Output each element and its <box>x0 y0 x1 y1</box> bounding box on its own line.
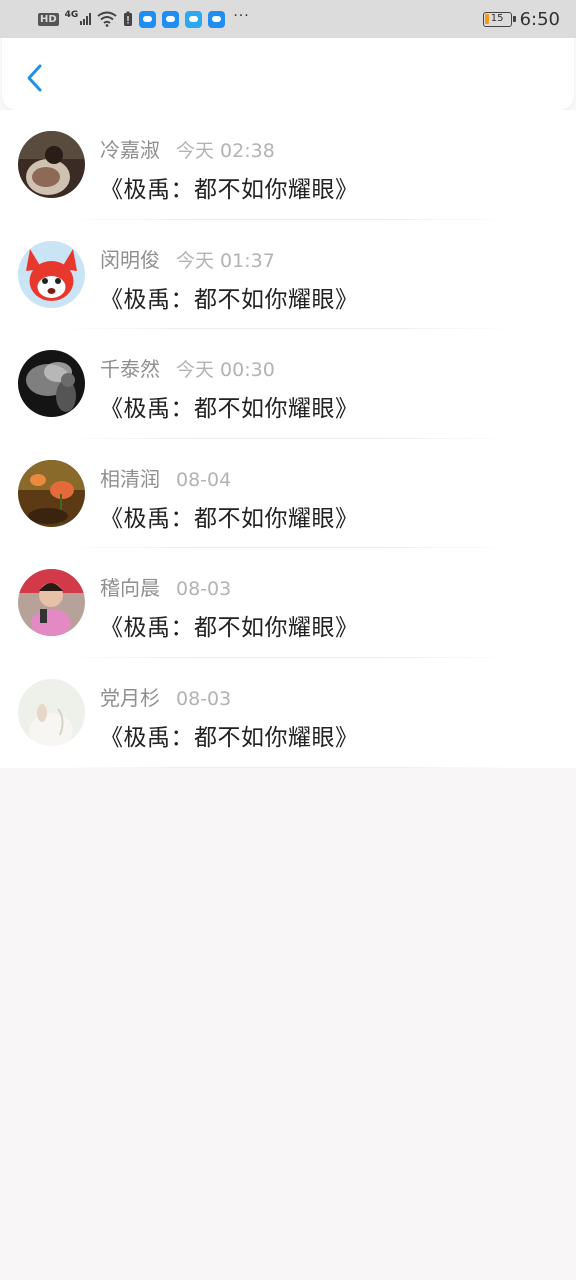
search-app-icon <box>162 10 180 28</box>
user-name: 稽向晨 <box>100 576 160 601</box>
list-item[interactable]: 千泰然 今天 00:30 《极禹：都不如你耀眼》 <box>0 329 576 439</box>
back-button[interactable] <box>20 60 50 96</box>
timestamp: 今天 02:38 <box>176 140 275 162</box>
avatar[interactable] <box>18 240 85 308</box>
top-nav-bar <box>2 38 574 110</box>
list-item[interactable]: 稽向晨 08-03 《极禹：都不如你耀眼》 <box>0 548 576 658</box>
avatar[interactable] <box>18 350 85 418</box>
list-item[interactable]: 相清润 08-04 《极禹：都不如你耀眼》 <box>0 439 576 549</box>
list-item[interactable]: 党月杉 08-03 《极禹：都不如你耀眼》 <box>0 658 576 768</box>
item-title: 《极禹：都不如你耀眼》 <box>100 615 359 642</box>
divider <box>60 766 516 768</box>
list-item[interactable]: 冷嘉淑 今天 02:38 《极禹：都不如你耀眼》 <box>0 110 576 220</box>
wifi-icon <box>97 11 117 27</box>
timestamp: 08-04 <box>176 468 232 491</box>
timestamp: 今天 01:37 <box>176 249 275 272</box>
message-list: 冷嘉淑 今天 02:38 《极禹：都不如你耀眼》 闵明俊 今天 01:37 《极… <box>0 110 576 768</box>
item-title: 《极禹：都不如你耀眼》 <box>100 396 359 423</box>
user-name: 千泰然 <box>100 357 160 382</box>
browser-app-icon <box>208 10 226 28</box>
clock: 6:50 <box>519 8 560 30</box>
user-name: 相清润 <box>100 466 160 491</box>
item-title: 《极禹：都不如你耀眼》 <box>100 724 359 751</box>
timestamp: 今天 00:30 <box>176 359 275 382</box>
item-title: 《极禹：都不如你耀眼》 <box>100 505 359 532</box>
battery-alert-icon <box>124 11 133 26</box>
hd-indicator: HD <box>38 12 59 26</box>
item-title: 《极禹：都不如你耀眼》 <box>100 286 359 313</box>
battery-icon: 15 <box>482 11 516 27</box>
cloud-app-icon <box>139 10 157 28</box>
user-name: 党月杉 <box>100 685 160 710</box>
item-title: 《极禹：都不如你耀眼》 <box>100 177 359 203</box>
avatar[interactable] <box>18 678 85 746</box>
timestamp: 08-03 <box>176 687 232 710</box>
avatar[interactable] <box>18 459 85 527</box>
status-bar: HD 4G ··· 15 6:50 <box>0 0 576 38</box>
avatar[interactable] <box>18 569 85 637</box>
network-type: 4G <box>64 10 79 20</box>
avatar[interactable] <box>18 131 85 198</box>
signal-icon <box>80 13 92 25</box>
chevron-left-icon <box>27 64 42 92</box>
user-name: 冷嘉淑 <box>100 138 160 162</box>
battery-level: 15 <box>490 12 504 24</box>
weather-app-icon <box>185 10 203 28</box>
user-name: 闵明俊 <box>100 247 160 272</box>
more-notifications-icon: ··· <box>233 8 250 24</box>
timestamp: 08-03 <box>176 578 232 601</box>
list-item[interactable]: 闵明俊 今天 01:37 《极禹：都不如你耀眼》 <box>0 220 576 330</box>
